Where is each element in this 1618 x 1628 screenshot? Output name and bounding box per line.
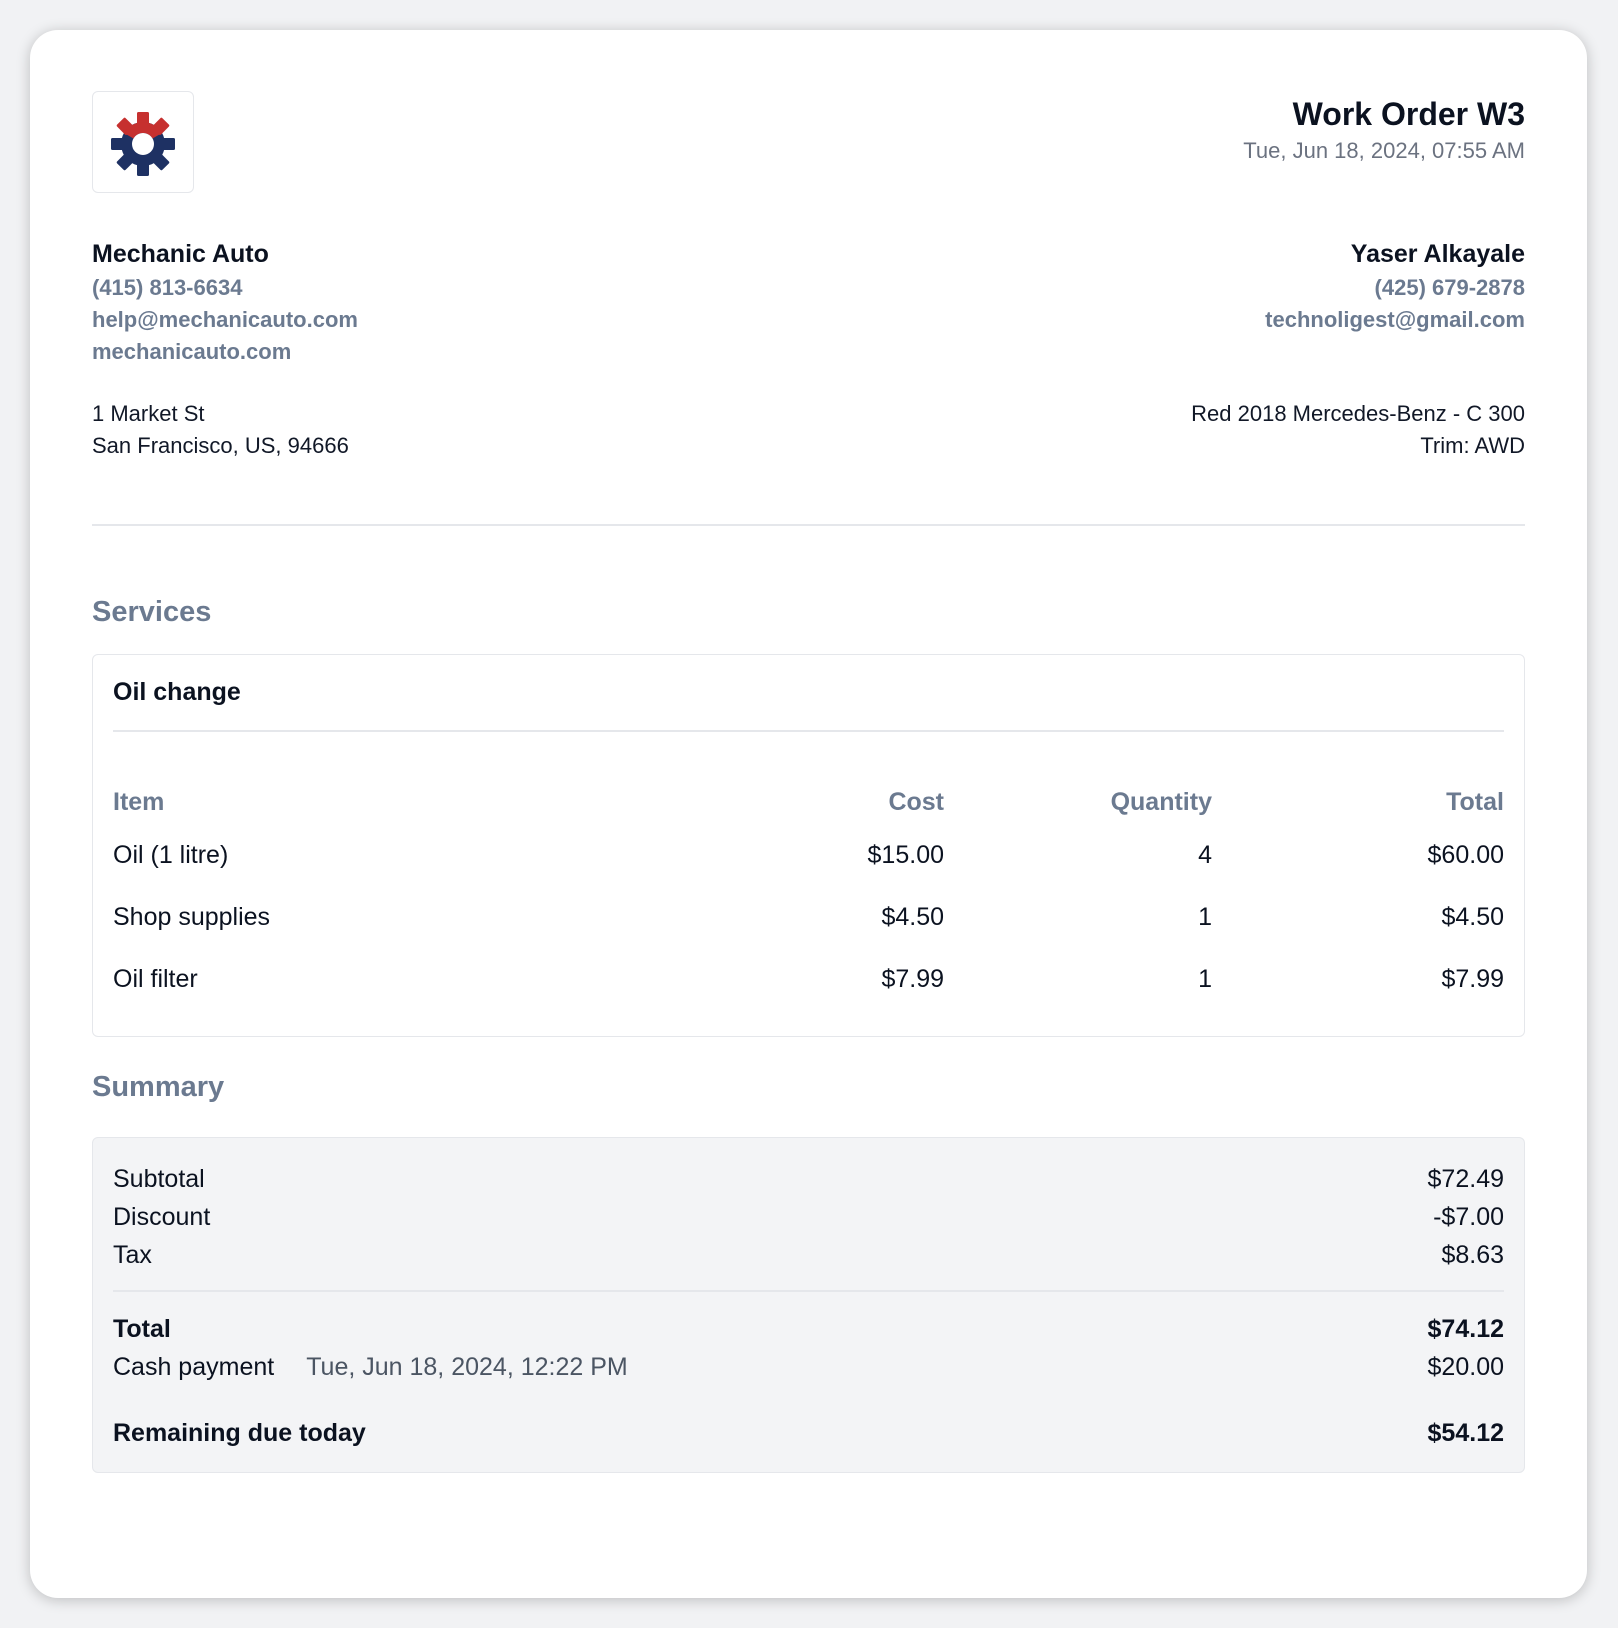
- total-value: $74.12: [1427, 1315, 1504, 1343]
- remaining-row: Remaining due today $54.12: [113, 1414, 1504, 1452]
- payment-info: Cash payment Tue, Jun 18, 2024, 12:22 PM: [113, 1348, 628, 1386]
- vehicle-info: Red 2018 Mercedes-Benz - C 300 Trim: AWD: [1191, 398, 1525, 462]
- table-header-row: Item Cost Quantity Total: [113, 780, 1504, 824]
- service-name: Oil change: [113, 655, 1504, 732]
- discount-label: Discount: [113, 1203, 211, 1231]
- row-cost: $4.50: [881, 902, 944, 931]
- row-total: $4.50: [1441, 902, 1504, 931]
- row-quantity: 1: [1198, 902, 1212, 931]
- customer-email[interactable]: technoligest@gmail.com: [1191, 304, 1525, 336]
- shop-phone[interactable]: (415) 813-6634: [92, 272, 358, 304]
- tax-value: $8.63: [1441, 1241, 1504, 1269]
- tax-label: Tax: [113, 1241, 152, 1269]
- parties: Mechanic Auto (415) 813-6634 help@mechan…: [92, 236, 1525, 462]
- work-order-date: Tue, Jun 18, 2024, 07:55 AM: [1243, 138, 1525, 163]
- shop-logo: [92, 91, 194, 193]
- discount-value: -$7.00: [1433, 1203, 1504, 1231]
- work-order-title-block: Work Order W3 Tue, Jun 18, 2024, 07:55 A…: [1243, 94, 1525, 166]
- table-row: Oil (1 litre) $15.00 4 $60.00: [113, 824, 1504, 886]
- discount-row: Discount -$7.00: [113, 1198, 1504, 1236]
- summary-divider: [113, 1290, 1504, 1292]
- services-heading: Services: [92, 596, 212, 628]
- customer-phone[interactable]: (425) 679-2878: [1191, 272, 1525, 304]
- total-label: Total: [113, 1315, 171, 1343]
- remaining-label: Remaining due today: [113, 1419, 366, 1447]
- row-item: Oil (1 litre): [113, 840, 229, 869]
- row-cost: $15.00: [867, 840, 944, 869]
- remaining-value: $54.12: [1427, 1419, 1504, 1447]
- row-total: $7.99: [1441, 964, 1504, 993]
- header: Work Order W3 Tue, Jun 18, 2024, 07:55 A…: [92, 30, 1525, 236]
- row-quantity: 1: [1198, 964, 1212, 993]
- table-row: Shop supplies $4.50 1 $4.50: [113, 886, 1504, 948]
- shop-info: Mechanic Auto (415) 813-6634 help@mechan…: [92, 236, 358, 462]
- table-row: Oil filter $7.99 1 $7.99: [113, 948, 1504, 1010]
- tax-row: Tax $8.63: [113, 1236, 1504, 1274]
- customer-info: Yaser Alkayale (425) 679-2878 technolige…: [1191, 236, 1525, 462]
- total-row: Total $74.12: [113, 1310, 1504, 1348]
- service-card: Oil change Item Cost Quantity Total Oil …: [92, 654, 1525, 1037]
- payment-value: $20.00: [1427, 1353, 1504, 1381]
- shop-website[interactable]: mechanicauto.com: [92, 336, 358, 368]
- shop-address: 1 Market St San Francisco, US, 94666: [92, 398, 358, 462]
- row-total: $60.00: [1427, 840, 1504, 869]
- row-item: Oil filter: [113, 964, 198, 993]
- subtotal-label: Subtotal: [113, 1165, 205, 1193]
- row-quantity: 4: [1198, 840, 1212, 869]
- subtotal-value: $72.49: [1427, 1165, 1504, 1193]
- work-order-card: Work Order W3 Tue, Jun 18, 2024, 07:55 A…: [30, 30, 1587, 1598]
- column-header-cost: Cost: [888, 787, 944, 816]
- column-header-item: Item: [113, 787, 165, 816]
- summary-heading: Summary: [92, 1071, 225, 1103]
- row-item: Shop supplies: [113, 902, 271, 931]
- shop-address-line2: San Francisco, US, 94666: [92, 433, 349, 458]
- column-header-total: Total: [1446, 787, 1504, 816]
- payment-date: Tue, Jun 18, 2024, 12:22 PM: [306, 1353, 628, 1381]
- shop-name: Mechanic Auto: [92, 240, 269, 268]
- summary-box: Subtotal $72.49 Discount -$7.00 Tax $8.6…: [92, 1137, 1525, 1473]
- service-items-table: Item Cost Quantity Total Oil (1 litre) $…: [113, 780, 1504, 1010]
- vehicle-trim: Trim: AWD: [1420, 433, 1525, 458]
- column-header-quantity: Quantity: [1110, 787, 1212, 816]
- payment-row: Cash payment Tue, Jun 18, 2024, 12:22 PM…: [113, 1348, 1504, 1386]
- subtotal-row: Subtotal $72.49: [113, 1160, 1504, 1198]
- payment-label: Cash payment: [113, 1353, 275, 1381]
- vehicle-description: Red 2018 Mercedes-Benz - C 300: [1191, 401, 1525, 426]
- gear-logo-icon: [111, 112, 175, 176]
- header-divider: [92, 524, 1525, 526]
- work-order-title: Work Order W3: [1292, 96, 1525, 132]
- shop-email[interactable]: help@mechanicauto.com: [92, 304, 358, 336]
- customer-name: Yaser Alkayale: [1350, 240, 1525, 268]
- row-cost: $7.99: [881, 964, 944, 993]
- shop-address-line1: 1 Market St: [92, 401, 205, 426]
